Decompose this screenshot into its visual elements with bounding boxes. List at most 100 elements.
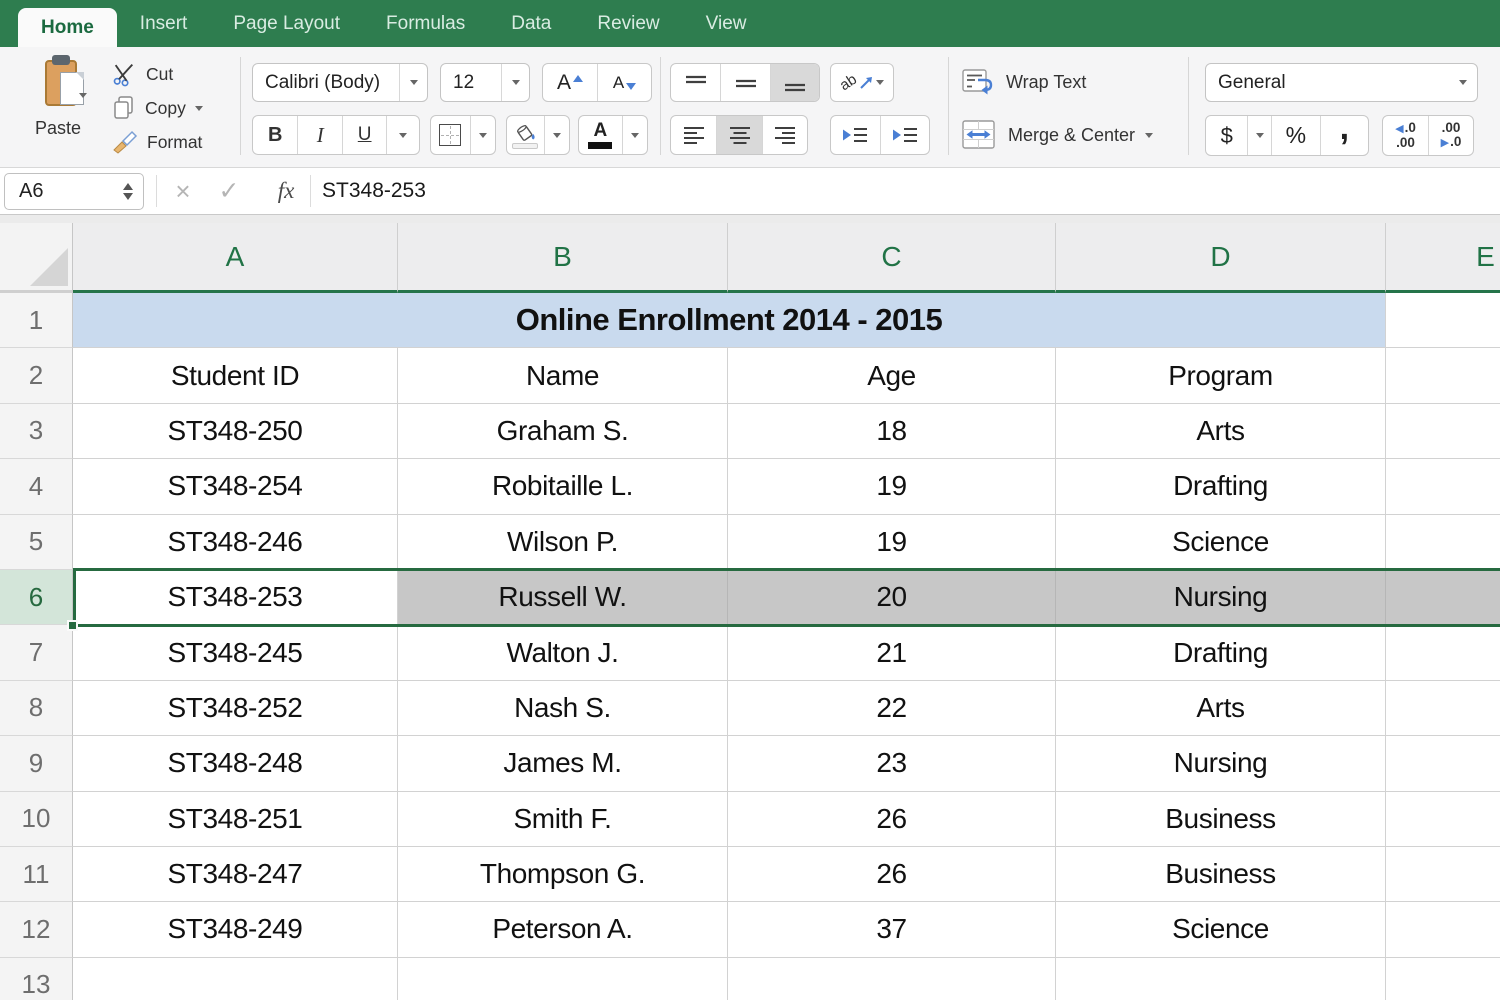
- increase-indent-button[interactable]: [880, 116, 929, 154]
- cell-C10[interactable]: 26: [728, 792, 1056, 847]
- cell-B3[interactable]: Graham S.: [398, 404, 728, 459]
- cell-B13[interactable]: [398, 958, 728, 1000]
- copy-dropdown-icon[interactable]: [195, 106, 203, 111]
- format-painter-button[interactable]: Format: [112, 125, 203, 159]
- underline-dropdown-button[interactable]: [386, 116, 419, 154]
- merge-center-dropdown-icon[interactable]: [1145, 133, 1153, 138]
- tab-home[interactable]: Home: [18, 8, 117, 47]
- cell-E10[interactable]: [1386, 792, 1500, 847]
- increase-font-button[interactable]: A: [543, 64, 597, 101]
- fill-color-dropdown-button[interactable]: [544, 116, 569, 154]
- italic-button[interactable]: I: [297, 116, 341, 154]
- cell-B8[interactable]: Nash S.: [398, 681, 728, 736]
- increase-decimal-button[interactable]: .00 ▶.0: [1428, 116, 1473, 155]
- row-header-10[interactable]: 10: [0, 792, 73, 847]
- orientation-dropdown-icon[interactable]: [876, 80, 884, 85]
- align-bottom-button[interactable]: [770, 64, 819, 101]
- cell-C12[interactable]: 37: [728, 902, 1056, 957]
- cell-E9[interactable]: [1386, 736, 1500, 791]
- cell-E4[interactable]: [1386, 459, 1500, 514]
- tab-data[interactable]: Data: [488, 0, 574, 47]
- cell-A4[interactable]: ST348-254: [73, 459, 398, 514]
- cell-C3[interactable]: 18: [728, 404, 1056, 459]
- decrease-font-button[interactable]: A: [597, 64, 651, 101]
- underline-button[interactable]: U: [342, 116, 386, 154]
- decrease-indent-button[interactable]: [831, 116, 880, 154]
- cell-E5[interactable]: [1386, 515, 1500, 570]
- cell-E8[interactable]: [1386, 681, 1500, 736]
- row-header-1[interactable]: 1: [0, 293, 73, 348]
- align-top-button[interactable]: [671, 64, 720, 101]
- cell-E1[interactable]: [1386, 293, 1500, 348]
- cell-B5[interactable]: Wilson P.: [398, 515, 728, 570]
- cell-A8[interactable]: ST348-252: [73, 681, 398, 736]
- cell-B2[interactable]: Name: [398, 348, 728, 403]
- cell-D5[interactable]: Science: [1056, 515, 1386, 570]
- cell-D7[interactable]: Drafting: [1056, 625, 1386, 680]
- cell-A6[interactable]: ST348-253: [73, 570, 398, 625]
- font-name-combo[interactable]: Calibri (Body): [252, 63, 428, 102]
- copy-button[interactable]: Copy: [112, 91, 203, 125]
- cell-E3[interactable]: [1386, 404, 1500, 459]
- borders-button[interactable]: [431, 116, 470, 154]
- row-header-5[interactable]: 5: [0, 515, 73, 570]
- cell-D9[interactable]: Nursing: [1056, 736, 1386, 791]
- cell-D2[interactable]: Program: [1056, 348, 1386, 403]
- bold-button[interactable]: B: [253, 116, 297, 154]
- cell-B12[interactable]: Peterson A.: [398, 902, 728, 957]
- merge-center-button[interactable]: Merge & Center: [962, 115, 1153, 155]
- row-header-12[interactable]: 12: [0, 902, 73, 957]
- decrease-decimal-button[interactable]: ◀.0 .00: [1383, 116, 1428, 155]
- cell-C5[interactable]: 19: [728, 515, 1056, 570]
- cell-B11[interactable]: Thompson G.: [398, 847, 728, 902]
- cell-A2[interactable]: Student ID: [73, 348, 398, 403]
- cell-B6[interactable]: Russell W.: [398, 570, 728, 625]
- currency-dropdown-button[interactable]: [1247, 116, 1271, 155]
- cell-C13[interactable]: [728, 958, 1056, 1000]
- column-header-D[interactable]: D: [1056, 223, 1386, 293]
- paste-button[interactable]: Paste: [10, 53, 106, 139]
- row-header-6[interactable]: 6: [0, 570, 73, 625]
- borders-dropdown-button[interactable]: [470, 116, 495, 154]
- cell-E11[interactable]: [1386, 847, 1500, 902]
- cell-B4[interactable]: Robitaille L.: [398, 459, 728, 514]
- cell-D8[interactable]: Arts: [1056, 681, 1386, 736]
- row-header-3[interactable]: 3: [0, 404, 73, 459]
- number-format-dropdown-icon[interactable]: [1449, 64, 1477, 101]
- column-header-C[interactable]: C: [728, 223, 1056, 293]
- wrap-text-button[interactable]: Wrap Text: [962, 63, 1086, 102]
- row-header-2[interactable]: 2: [0, 348, 73, 403]
- cell-E13[interactable]: [1386, 958, 1500, 1000]
- paste-dropdown-icon[interactable]: [79, 93, 87, 98]
- align-left-button[interactable]: [671, 116, 716, 154]
- font-name-dropdown-icon[interactable]: [399, 64, 427, 101]
- cell-D13[interactable]: [1056, 958, 1386, 1000]
- tab-review[interactable]: Review: [574, 0, 682, 47]
- font-color-dropdown-button[interactable]: [622, 116, 647, 154]
- align-middle-button[interactable]: [720, 64, 769, 101]
- cell-A12[interactable]: ST348-249: [73, 902, 398, 957]
- cell-B10[interactable]: Smith F.: [398, 792, 728, 847]
- cell-B9[interactable]: James M.: [398, 736, 728, 791]
- cell-C7[interactable]: 21: [728, 625, 1056, 680]
- cell-D11[interactable]: Business: [1056, 847, 1386, 902]
- cell-C2[interactable]: Age: [728, 348, 1056, 403]
- cell-C8[interactable]: 22: [728, 681, 1056, 736]
- number-format-combo[interactable]: General: [1205, 63, 1478, 102]
- currency-button[interactable]: $: [1206, 116, 1247, 155]
- row-header-8[interactable]: 8: [0, 681, 73, 736]
- row-header-11[interactable]: 11: [0, 847, 73, 902]
- select-all-button[interactable]: [0, 223, 73, 293]
- row-header-9[interactable]: 9: [0, 736, 73, 791]
- cell-D4[interactable]: Drafting: [1056, 459, 1386, 514]
- fill-color-button[interactable]: [507, 116, 544, 154]
- cell-A3[interactable]: ST348-250: [73, 404, 398, 459]
- fill-handle[interactable]: [67, 620, 78, 631]
- tab-page-layout[interactable]: Page Layout: [210, 0, 363, 47]
- cell-E6[interactable]: [1386, 570, 1500, 625]
- row-header-7[interactable]: 7: [0, 625, 73, 680]
- tab-view[interactable]: View: [683, 0, 770, 47]
- cell-C6[interactable]: 20: [728, 570, 1056, 625]
- cell-A5[interactable]: ST348-246: [73, 515, 398, 570]
- cell-D6[interactable]: Nursing: [1056, 570, 1386, 625]
